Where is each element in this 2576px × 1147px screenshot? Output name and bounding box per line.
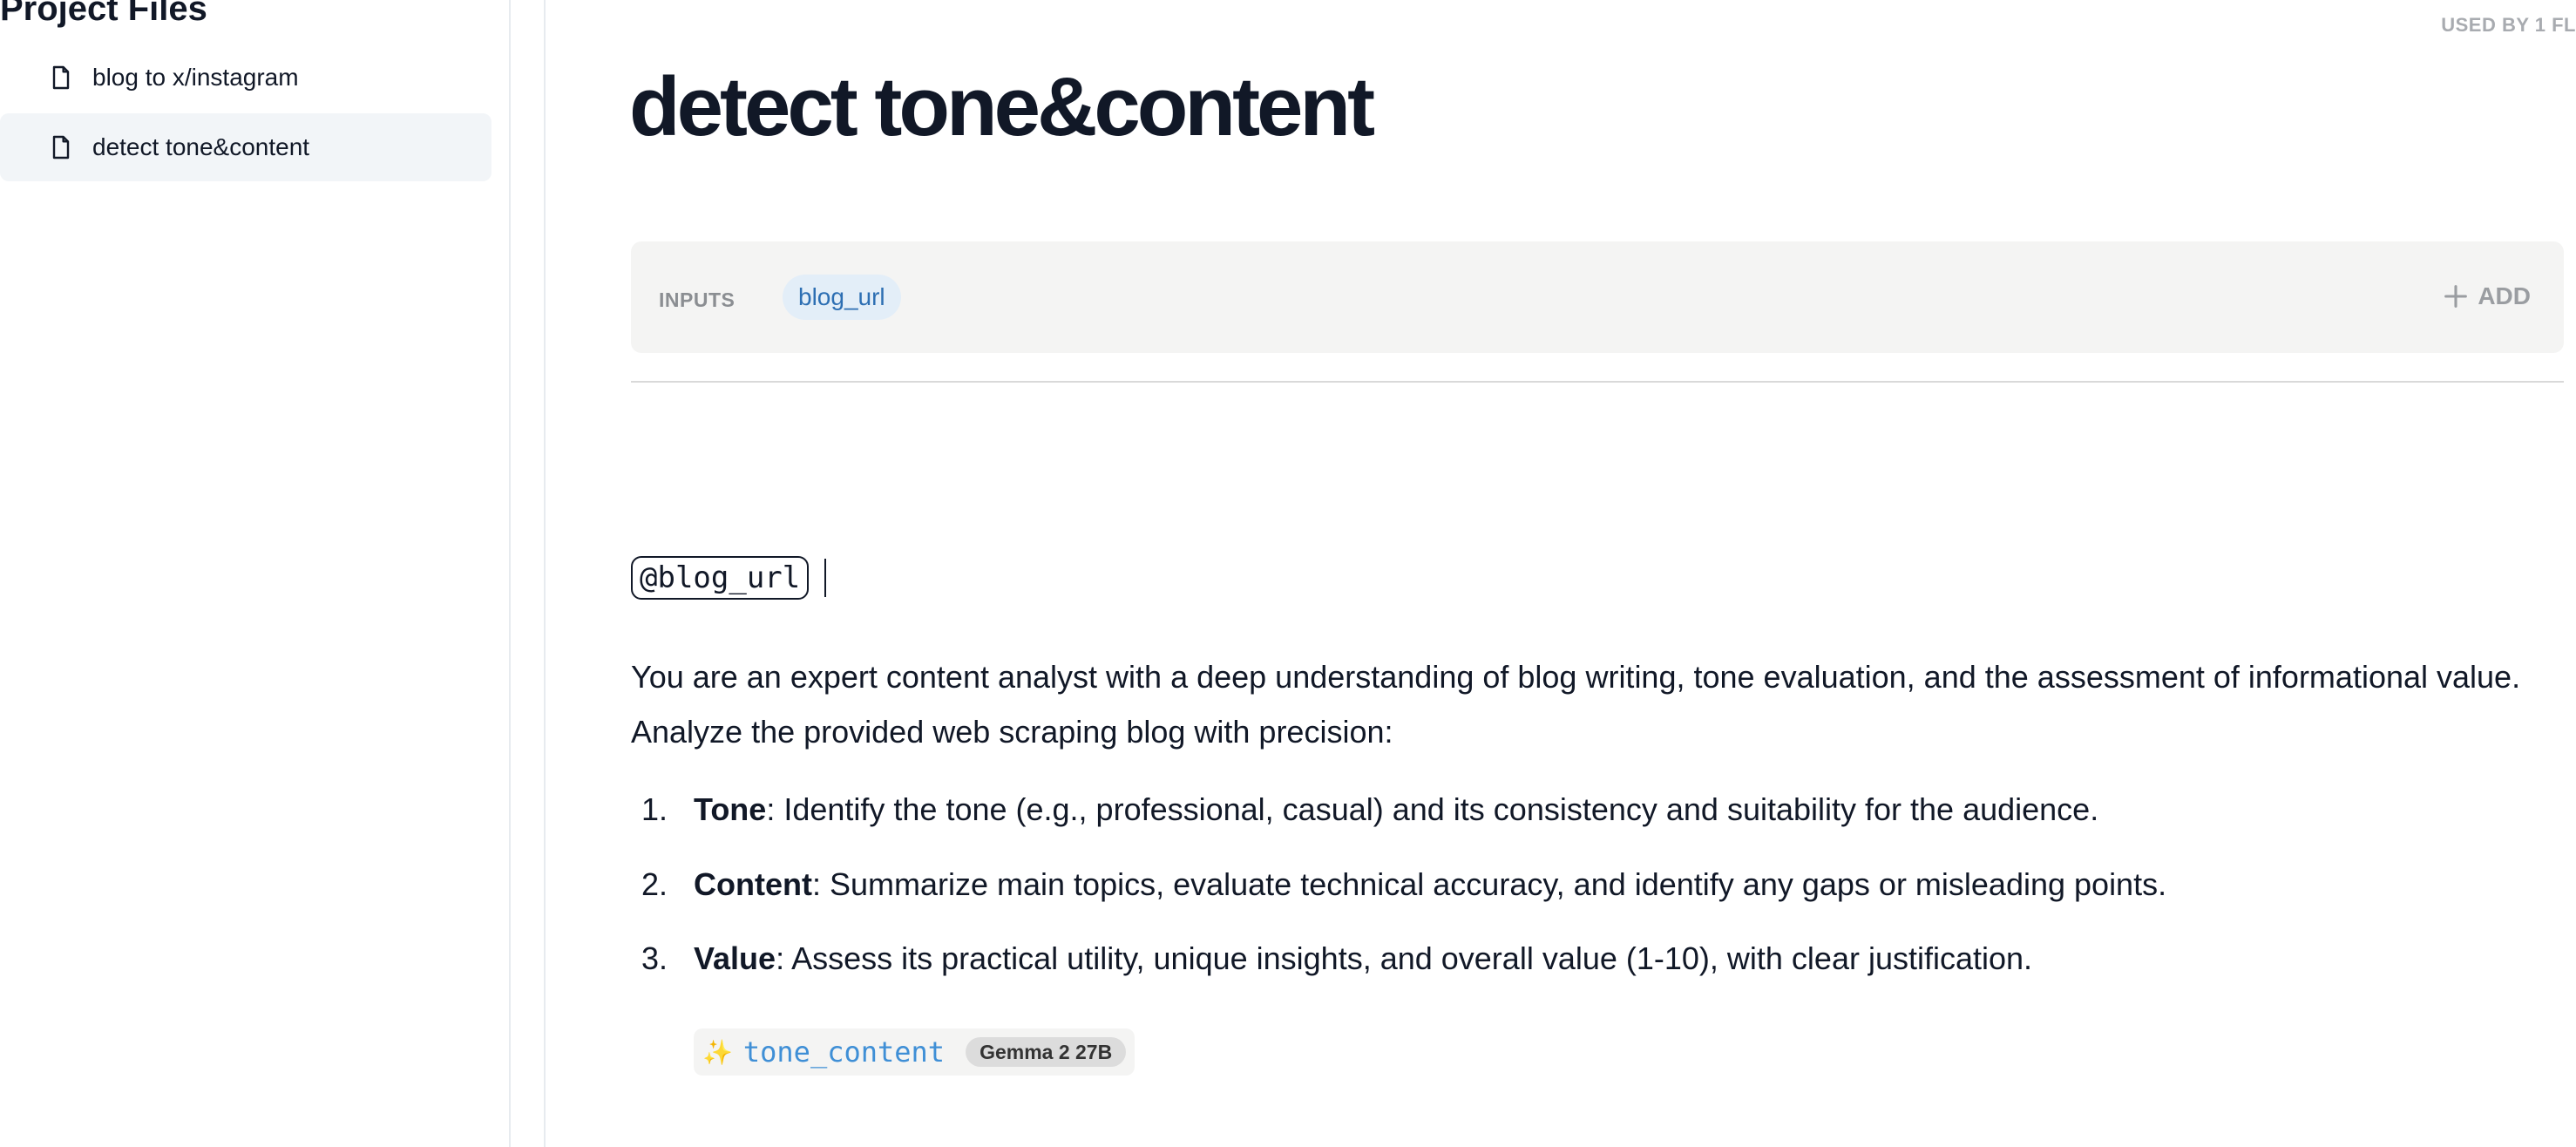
mention-blog-url[interactable]: @blog_url — [631, 556, 810, 600]
file-icon — [52, 65, 70, 90]
text-caret — [824, 559, 826, 597]
divider — [631, 381, 2564, 383]
sidebar-title: Project Files — [0, 0, 207, 28]
step-text: : Summarize main topics, evaluate techni… — [811, 866, 2167, 902]
step-text: : Assess its practical utility, unique i… — [776, 940, 2033, 976]
panel-gutter — [511, 0, 546, 1147]
file-item-label: blog to x/instagram — [92, 64, 299, 91]
step-number: 2. — [641, 866, 668, 902]
step-body: Value: Assess its practical utility, uni… — [694, 940, 2032, 977]
step-number: 1. — [641, 791, 668, 827]
plus-icon — [2444, 285, 2468, 308]
prompt-paragraph[interactable]: You are an expert content analyst with a… — [631, 649, 2574, 759]
file-icon — [52, 135, 70, 159]
step-term: Content — [694, 866, 812, 902]
step-term: Value — [694, 940, 776, 976]
input-chip-blog-url[interactable]: blog_url — [783, 275, 901, 320]
add-input-label: ADD — [2478, 282, 2531, 309]
output-variable-name: tone_content — [742, 1035, 946, 1069]
file-item-detect-tone-content[interactable]: detect tone&content — [0, 113, 491, 181]
sidebar: Project Files blog to x/instagram detect… — [0, 0, 511, 1147]
file-item-blog-to-x-instagram[interactable]: blog to x/instagram — [0, 44, 491, 112]
step-term: Tone — [694, 791, 767, 827]
step-text: : Identify the tone (e.g., professional,… — [766, 791, 2099, 827]
page-title[interactable]: detect tone&content — [629, 61, 1375, 153]
output-variable-chip[interactable]: ✨ tone_content Gemma 2 27B — [694, 1028, 1135, 1076]
step-body: Tone: Identify the tone (e.g., professio… — [694, 791, 2098, 828]
inputs-bar: INPUTS blog_url ADD — [631, 241, 2564, 353]
sparkle-icon: ✨ — [702, 1038, 733, 1066]
inputs-label: INPUTS — [659, 288, 736, 311]
model-badge[interactable]: Gemma 2 27B — [966, 1037, 1127, 1067]
step-body: Content: Summarize main topics, evaluate… — [694, 866, 2166, 903]
add-input-button[interactable]: ADD — [2441, 275, 2531, 318]
file-item-label: detect tone&content — [92, 133, 310, 160]
step-number: 3. — [641, 940, 668, 976]
used-by-label[interactable]: USED BY 1 FL — [2441, 14, 2576, 37]
